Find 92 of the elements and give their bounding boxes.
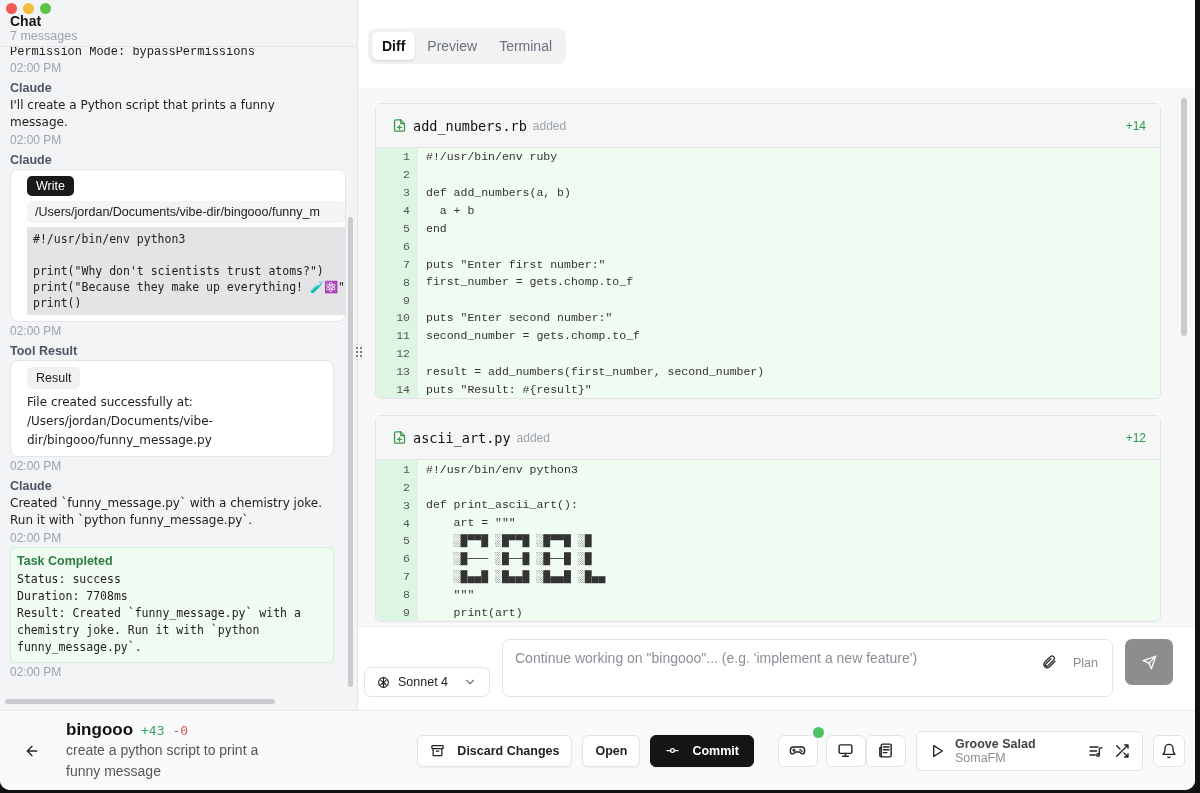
send-button[interactable] [1125,639,1173,685]
timestamp: 02:00 PM [10,324,63,338]
code-line: end [425,222,447,235]
code-line: print(art) [452,606,523,619]
line-number: 5 [376,532,418,550]
drag-handle-icon [355,345,363,359]
line-number: 1 [376,460,418,479]
code-line: def print_ascii_art(): [425,499,578,511]
chat-title: Chat [10,13,43,29]
timestamp: 02:00 PM [10,665,63,679]
monitor-button[interactable] [825,734,866,767]
scrollbar[interactable] [1181,98,1187,336]
discard-changes-button[interactable]: Discard Changes [417,734,573,767]
code-line: result = add_numbers(first_number, second_number) [425,365,765,378]
gamepad-button[interactable] [777,734,818,767]
project-name: bingooo [66,719,134,740]
line-number: 8 [376,273,418,292]
commit-button[interactable]: Commit [650,734,754,767]
scrollbar[interactable] [348,217,353,687]
file-plus-icon [392,118,407,133]
line-number: 1 [376,148,418,166]
code-line: puts "Result: #{result}" [425,383,592,396]
added-count: +12 [1125,430,1146,445]
station-name: SomaFM [954,750,1007,765]
line-number: 4 [376,514,418,533]
monitor-icon [837,742,855,759]
code-line: second_number = gets.chomp.to_f [425,330,640,342]
close-button[interactable] [6,3,17,14]
line-number: 2 [376,478,418,497]
task-line: Status: success [17,571,122,588]
code-line: def add_numbers(a, b) [425,186,571,199]
line-number: 7 [376,255,418,274]
code-line: #!/usr/bin/env ruby [425,151,558,163]
message-text: I'll create a Python script that prints a funny message. [10,97,276,131]
task-line: Duration: 7708ms [17,588,129,605]
station-title: Groove Salad [954,736,1037,751]
shuffle-icon [1114,742,1131,759]
system-message: Permission Mode: bypassPermissions [10,47,256,59]
newspaper-icon [877,742,895,759]
tool-badge: Write [27,176,74,196]
code-line: art = """ [452,517,516,529]
code-block: #!/usr/bin/env python3 print("Why don't scientists trust atoms?") print("Because they make up everything! 🧪⚛" print() [27,227,345,315]
message-author: Tool Result [10,344,79,358]
message-author: Claude [10,81,53,95]
open-button[interactable]: Open [582,734,641,767]
code-line: #!/usr/bin/env python3 [425,463,578,476]
code-line: puts "Enter first number:" [425,258,606,271]
code-line: first_number = gets.chomp.to_f [425,276,634,288]
result-text: File created successfully at: /Users/jordan/Documents/vibe-dir/bingooo/funny_message.py [27,394,214,449]
message-author: Claude [10,479,53,493]
added-lines: +43 [141,722,165,738]
timestamp: 02:00 PM [10,133,63,147]
file-status: added [516,430,550,445]
horizontal-scrollbar[interactable] [5,699,275,704]
timestamp: 02:00 PM [10,61,63,75]
file-plus-icon [392,430,407,446]
result-badge: Result [27,367,81,389]
task-description: create a python script to print a funny message [66,740,260,781]
send-icon [1141,654,1157,670]
tab[interactable]: Terminal [489,32,563,60]
file-path: /Users/jordan/Documents/vibe-dir/bingooo/funny_m [27,201,345,223]
file-name: add_numbers.rb [413,117,527,134]
notifications-button[interactable] [1153,734,1185,767]
added-count: +14 [1125,118,1146,133]
line-number: 3 [376,496,418,515]
message-text: Created `funny_message.py` with a chemistry joke. Run it with `python funny_message.py`. [10,495,323,529]
model-select[interactable]: Sonnet 4 [364,667,490,697]
tab[interactable]: Preview [417,32,488,60]
task-title: Task Completed [17,554,114,568]
bell-icon [1161,742,1178,759]
code-line: ░█─── ░█──█ ░█──█ ░█ [452,553,592,565]
line-number: 9 [376,291,418,309]
archive-icon [430,743,446,758]
timestamp: 02:00 PM [10,459,63,473]
task-line: Result: Created `funny_message.py` with a chemistry joke. Run it with `python funny_message.py`. [17,605,302,656]
code-line: """ [452,588,475,601]
removed-lines: -0 [172,722,189,738]
tab[interactable]: Diff [372,32,416,60]
message-author: Claude [10,153,53,167]
code-line: a + b [438,204,475,217]
shuffle-button[interactable] [1114,742,1131,759]
code-line: puts "Enter second number:" [425,312,613,324]
line-number: 6 [376,237,418,256]
code-line: ░█▀▀█ ░█▀▀█ ░█▀▀█ ░█ [452,535,592,547]
message-count: 7 messages [10,29,79,43]
file-status: added [532,118,567,133]
file-name: ascii_art.py [413,429,511,446]
timestamp: 02:00 PM [10,531,63,545]
line-number: 10 [376,309,418,327]
news-button[interactable] [865,734,906,767]
code-line: ░█▄▄█ ░█▄▄█ ░█▄▄█ ░█▄▄ [452,571,606,583]
paperclip-icon[interactable] [1040,654,1057,670]
